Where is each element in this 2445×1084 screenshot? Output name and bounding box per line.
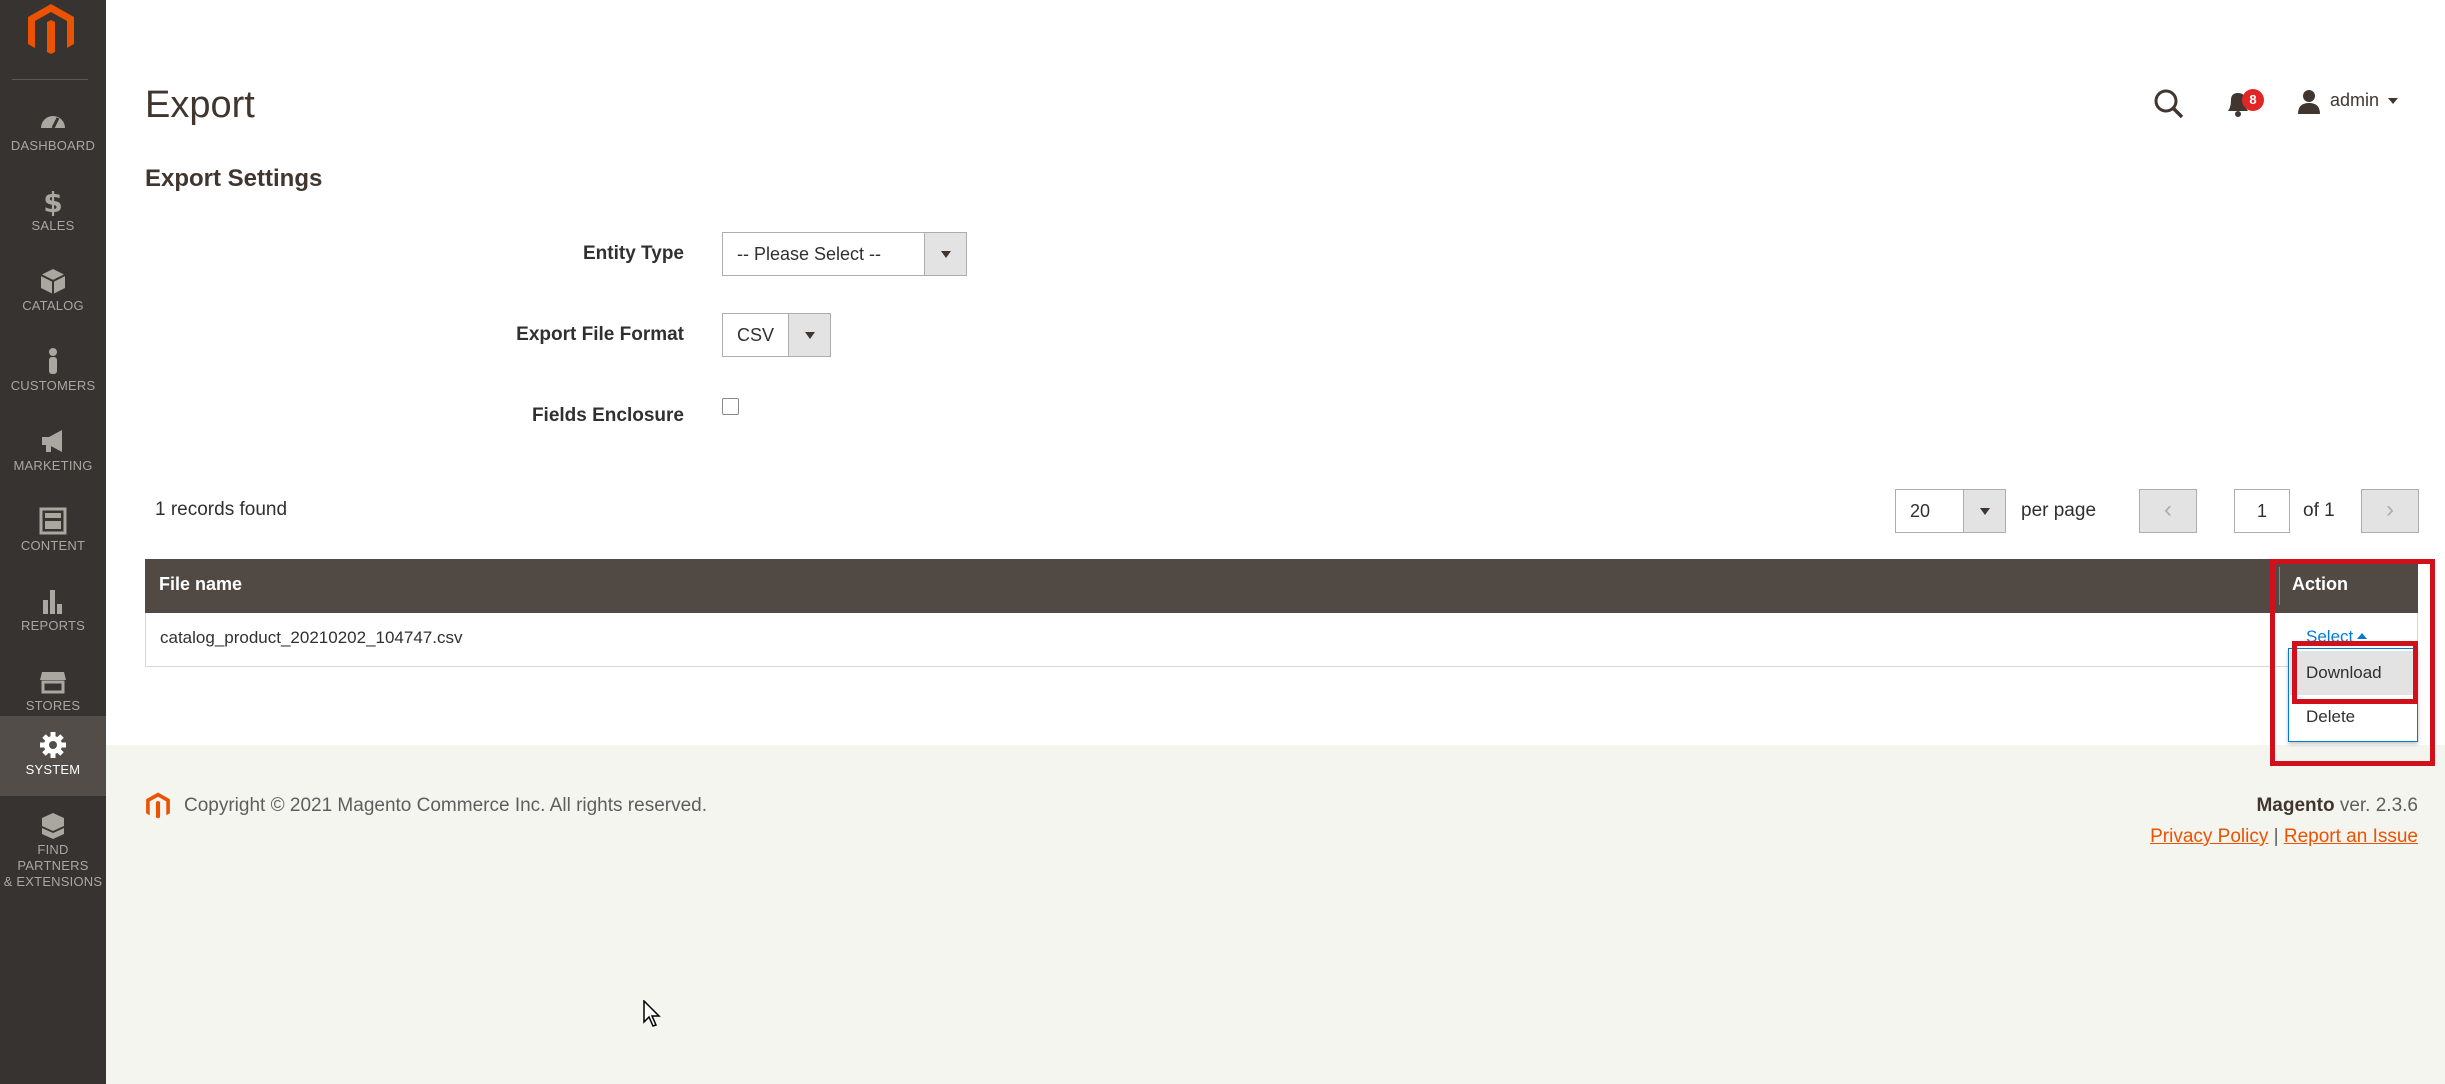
search-icon[interactable] (2152, 87, 2186, 121)
dollar-icon: $ (43, 186, 62, 216)
notifications-badge[interactable]: 8 (2242, 89, 2264, 111)
chevron-down-icon[interactable] (788, 314, 830, 356)
per-page-value: 20 (1910, 501, 1931, 521)
gear-icon (40, 732, 66, 758)
highlight-box-download (2292, 641, 2418, 704)
export-file-format-value: CSV (737, 325, 775, 345)
page-title: Export (145, 84, 255, 126)
previous-page-button[interactable]: ‹ (2139, 489, 2197, 533)
megaphone-icon (42, 430, 62, 452)
nav-catalog-label: CATALOG (22, 298, 84, 313)
fields-enclosure-checkbox[interactable] (722, 398, 739, 415)
records-found-count: 1 records found (155, 499, 288, 520)
current-page-input[interactable]: 1 (2234, 489, 2290, 533)
cubes-icon (42, 813, 64, 839)
nav-find-partners[interactable]: FIND PARTNERS & EXTENSIONS (0, 796, 106, 892)
entity-type-value: -- Please Select -- (737, 244, 882, 264)
nav-dashboard-label: DASHBOARD (10, 138, 96, 153)
entity-type-select[interactable]: -- Please Select -- (722, 232, 967, 276)
nav-reports[interactable]: REPORTS (0, 572, 106, 652)
user-icon[interactable] (2296, 88, 2322, 114)
per-page-label: per page (2021, 500, 2097, 521)
nav-find-partners-label-2: & EXTENSIONS (3, 874, 103, 889)
export-file-format-label: Export File Format (516, 324, 684, 345)
mouse-cursor-icon (643, 1000, 661, 1027)
export-settings-title: Export Settings (145, 165, 323, 192)
nav-content-label: CONTENT (20, 538, 86, 553)
magento-logo-icon (146, 792, 170, 819)
speedometer-icon (41, 116, 65, 129)
nav-system-label: SYSTEM (25, 762, 81, 777)
chevron-down-icon[interactable] (1963, 490, 2005, 532)
footer-links: Privacy Policy | Report an Issue (2150, 826, 2418, 848)
svg-text:$: $ (43, 186, 62, 216)
nav-dashboard[interactable]: DASHBOARD (0, 92, 106, 172)
bar-chart-icon (43, 590, 62, 614)
nav-reports-label: REPORTS (20, 618, 85, 633)
chevron-down-icon[interactable] (2388, 98, 2398, 104)
nav-sales[interactable]: $ SALES (0, 172, 106, 252)
export-file-format-select[interactable]: CSV (722, 313, 831, 357)
nav-sales-label: SALES (31, 218, 75, 233)
total-pages-label: of 1 (2303, 500, 2335, 521)
nav-find-partners-label-1: FIND PARTNERS (17, 842, 89, 873)
version-number: ver. 2.3.6 (2334, 795, 2418, 816)
column-header-file-name[interactable]: File name (159, 574, 242, 595)
nav-catalog[interactable]: CATALOG (0, 252, 106, 332)
person-icon (49, 348, 57, 374)
entity-type-label: Entity Type (583, 243, 684, 264)
table-row: catalog_product_20210202_104747.csv (145, 613, 2418, 667)
nav-customers-label: CUSTOMERS (10, 378, 96, 393)
report-issue-link[interactable]: Report an Issue (2284, 826, 2418, 847)
admin-sidebar: DASHBOARD $ SALES CATALOG CUSTOMERS MARK… (0, 0, 106, 1084)
nav-content[interactable]: CONTENT (0, 492, 106, 572)
nav-marketing-label: MARKETING (13, 458, 93, 473)
footer-link-separator: | (2273, 826, 2279, 847)
copyright-text: Copyright © 2021 Magento Commerce Inc. A… (184, 795, 708, 816)
admin-user-menu[interactable]: admin (2330, 90, 2379, 111)
box-icon (40, 269, 66, 294)
nav-marketing[interactable]: MARKETING (0, 412, 106, 492)
storefront-icon (40, 672, 66, 694)
magento-version: Magento ver. 2.3.6 (2256, 795, 2418, 817)
magento-brand: Magento (2256, 795, 2335, 816)
chevron-down-icon[interactable] (924, 233, 966, 275)
magento-logo-icon[interactable] (22, 0, 80, 60)
nav-stores-label: STORES (25, 698, 81, 713)
layout-icon (39, 507, 67, 535)
grid-header-row: File name Action (145, 559, 2418, 613)
per-page-select[interactable]: 20 (1895, 489, 2006, 533)
nav-customers[interactable]: CUSTOMERS (0, 332, 106, 412)
logo-divider (12, 79, 88, 80)
next-page-button[interactable]: › (2361, 489, 2419, 533)
privacy-policy-link[interactable]: Privacy Policy (2150, 826, 2268, 847)
file-name-cell: catalog_product_20210202_104747.csv (160, 628, 463, 647)
nav-system[interactable]: SYSTEM (0, 716, 106, 796)
fields-enclosure-label: Fields Enclosure (531, 405, 684, 426)
